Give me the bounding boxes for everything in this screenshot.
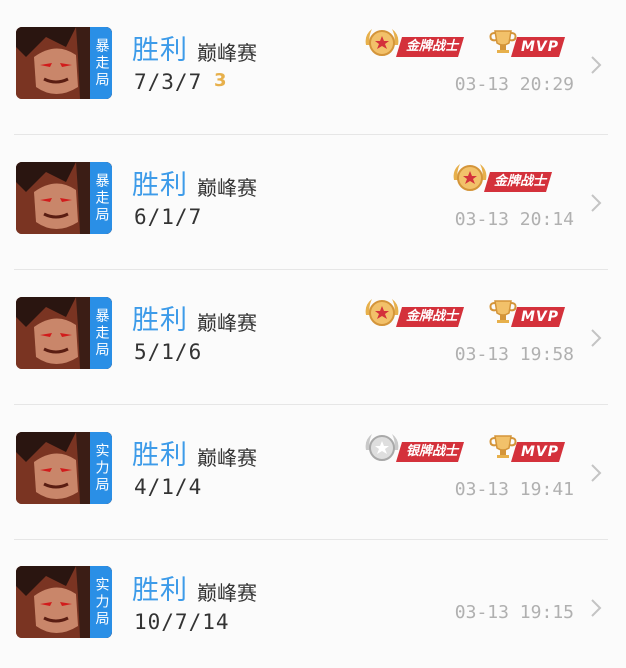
mvp-badge: MVP	[487, 432, 567, 462]
kda-text: 10/7/14	[134, 610, 230, 634]
match-time: 03-13 19:58	[454, 344, 574, 365]
badge-label: 金牌战士	[396, 37, 464, 57]
gold-medal-icon	[365, 299, 399, 326]
mode-badge: 暴走局	[90, 162, 112, 234]
mvp-badge: MVP	[487, 27, 567, 57]
gold-medal-badge: 金牌战士	[362, 27, 482, 57]
kda-text: 4/1/4	[134, 475, 203, 499]
result-label: 胜利	[132, 170, 188, 201]
silver-medal-icon	[365, 434, 399, 461]
gold-medal-badge: 金牌战士	[450, 162, 570, 192]
gold-medal-icon	[365, 29, 399, 56]
match-type-label: 巅峰赛	[197, 176, 257, 200]
gold-medal-badge: 金牌战士	[362, 297, 482, 327]
chevron-right-icon[interactable]	[590, 193, 602, 213]
streak-count: 3	[214, 70, 227, 91]
mode-badge: 实力局	[90, 432, 112, 504]
result-label: 胜利	[132, 35, 188, 66]
silver-medal-badge: 银牌战士	[362, 432, 482, 462]
chevron-right-icon[interactable]	[590, 598, 602, 618]
result-label: 胜利	[132, 440, 188, 471]
match-row[interactable]: 暴走局 胜利 巅峰赛 7/3/7 3 金牌战士 MVP 03-13 20:29	[0, 0, 626, 135]
match-time: 03-13 20:14	[454, 209, 574, 230]
match-row[interactable]: 实力局 胜利 巅峰赛 4/1/4 银牌战士 MVP 03-13 19:41	[0, 405, 626, 540]
badge-label: MVP	[511, 307, 565, 327]
match-time: 03-13 19:15	[454, 602, 574, 623]
hero-avatar: 暴走局	[16, 297, 112, 369]
mode-badge: 暴走局	[90, 27, 112, 99]
badge-label: 金牌战士	[396, 307, 464, 327]
chevron-right-icon[interactable]	[590, 463, 602, 483]
result-label: 胜利	[132, 575, 188, 606]
result-label: 胜利	[132, 305, 188, 336]
gold-medal-icon	[453, 164, 487, 191]
match-time: 03-13 20:29	[454, 74, 574, 95]
kda-text: 6/1/7	[134, 205, 203, 229]
match-history-list: 暴走局 胜利 巅峰赛 7/3/7 3 金牌战士 MVP 03-13 20:29	[0, 0, 626, 668]
match-row[interactable]: 暴走局 胜利 巅峰赛 6/1/7 金牌战士 03-13 20:14	[0, 135, 626, 270]
match-type-label: 巅峰赛	[197, 41, 257, 65]
hero-avatar: 暴走局	[16, 27, 112, 99]
match-time: 03-13 19:41	[454, 479, 574, 500]
hero-avatar: 暴走局	[16, 162, 112, 234]
kda-text: 5/1/6	[134, 340, 203, 364]
match-type-label: 巅峰赛	[197, 311, 257, 335]
hero-avatar: 实力局	[16, 432, 112, 504]
kda-text: 7/3/7	[134, 70, 203, 94]
mode-badge: 暴走局	[90, 297, 112, 369]
chevron-right-icon[interactable]	[590, 55, 602, 75]
badge-label: 金牌战士	[484, 172, 552, 192]
badge-label: MVP	[511, 442, 565, 462]
match-type-label: 巅峰赛	[197, 446, 257, 470]
match-row[interactable]: 实力局 胜利 巅峰赛 10/7/14 03-13 19:15	[0, 540, 626, 668]
mode-badge: 实力局	[90, 566, 112, 638]
match-type-label: 巅峰赛	[197, 581, 257, 605]
hero-avatar: 实力局	[16, 566, 112, 638]
badge-label: 银牌战士	[396, 442, 464, 462]
match-row[interactable]: 暴走局 胜利 巅峰赛 5/1/6 金牌战士 MVP 03-13 19:58	[0, 270, 626, 405]
badge-label: MVP	[511, 37, 565, 57]
mvp-badge: MVP	[487, 297, 567, 327]
chevron-right-icon[interactable]	[590, 328, 602, 348]
